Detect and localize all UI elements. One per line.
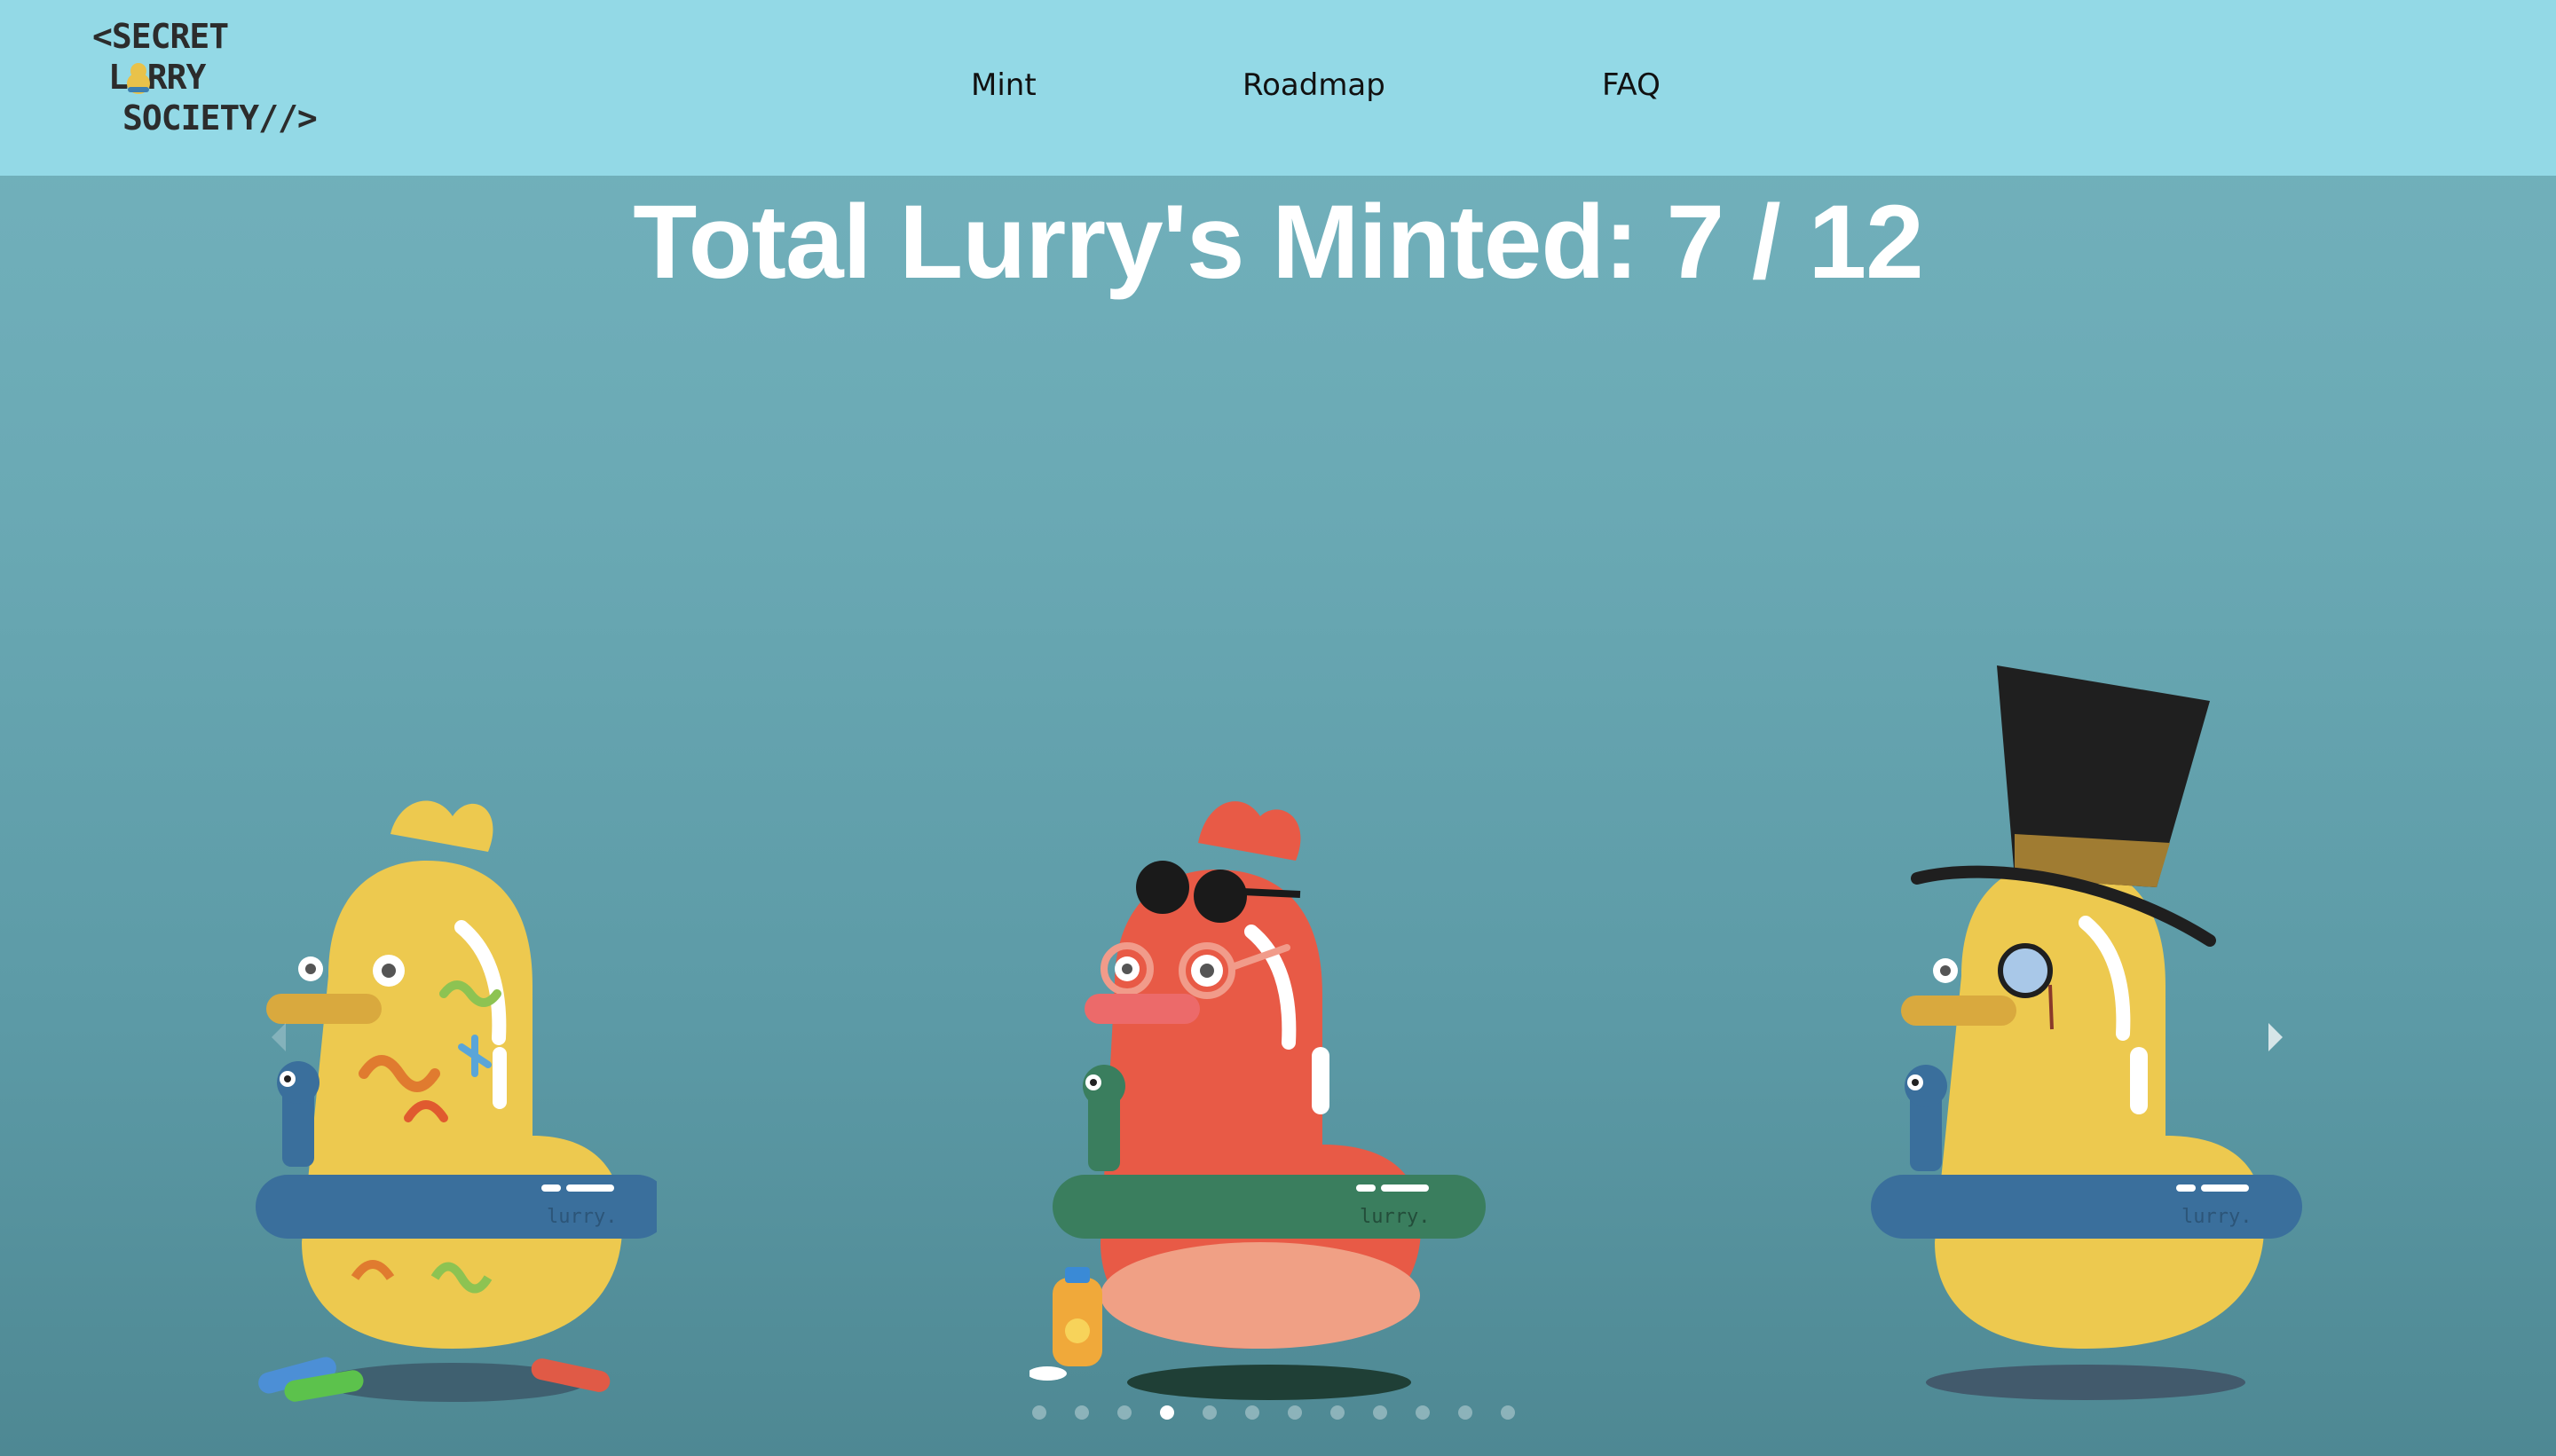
crayon-duck-image: lurry. (256, 800, 657, 1402)
carousel-dot[interactable] (1458, 1405, 1472, 1420)
nav-faq[interactable]: FAQ (1602, 67, 1661, 103)
carousel-dot[interactable] (1032, 1405, 1046, 1420)
logo-line-3: SOCIETY//> (122, 98, 318, 138)
carousel-dot[interactable] (1075, 1405, 1089, 1420)
logo-line-1: <SECRET (92, 17, 229, 56)
carousel-dot[interactable] (1160, 1405, 1174, 1420)
carousel-dot[interactable] (1501, 1405, 1515, 1420)
tophat-duck-image: lurry. (1871, 665, 2302, 1400)
duck-logo-icon (127, 63, 150, 94)
carousel-dot[interactable] (1330, 1405, 1345, 1420)
page-title: Total Lurry's Minted: 7 / 12 (633, 184, 1923, 301)
carousel-prev-arrow[interactable] (272, 1023, 286, 1051)
carousel-dot[interactable] (1373, 1405, 1387, 1420)
nav-mint[interactable]: Mint (971, 67, 1037, 103)
carousel-dot[interactable] (1288, 1405, 1302, 1420)
nav-roadmap[interactable]: Roadmap (1242, 67, 1385, 103)
carousel-dot[interactable] (1416, 1405, 1430, 1420)
ring-tag-1: lurry. (547, 1206, 617, 1228)
ring-tag-3: lurry. (2181, 1206, 2252, 1228)
logo-line-2: L RRY (108, 58, 206, 97)
carousel-next-arrow[interactable] (2268, 1023, 2283, 1051)
sunglasses-duck-image: lurry. (1030, 801, 1486, 1400)
carousel-dot[interactable] (1117, 1405, 1132, 1420)
carousel-dot[interactable] (1203, 1405, 1217, 1420)
logo[interactable]: <SECRET L RRY SOCIETY//> (89, 16, 318, 140)
carousel-dot[interactable] (1245, 1405, 1259, 1420)
ring-tag-2: lurry. (1360, 1206, 1430, 1228)
header: <SECRET L RRY SOCIETY//> Mint Roadmap FA… (0, 0, 2556, 176)
